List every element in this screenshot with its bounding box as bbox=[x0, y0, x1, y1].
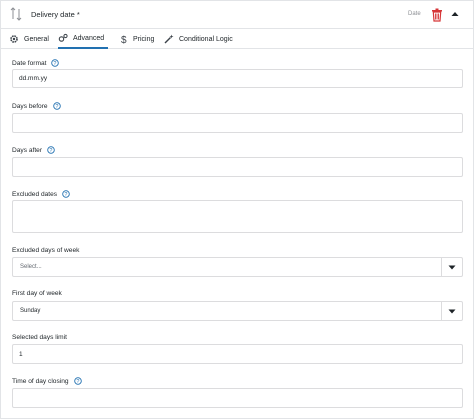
time-of-day-closing-input[interactable] bbox=[12, 388, 463, 408]
svg-text:$: $ bbox=[121, 35, 127, 44]
excluded-days-of-week-select[interactable]: Select... bbox=[12, 257, 463, 277]
excluded-dates-textarea[interactable] bbox=[12, 200, 463, 233]
tab-bar: General Advanced $ Pricing Conditional L… bbox=[1, 29, 473, 49]
tab-general[interactable]: General bbox=[9, 29, 49, 49]
svg-text:?: ? bbox=[76, 379, 79, 385]
tab-pricing[interactable]: $ Pricing bbox=[118, 29, 154, 49]
help-icon[interactable]: ? bbox=[73, 377, 82, 385]
svg-text:?: ? bbox=[64, 192, 67, 198]
field-title: Delivery date * bbox=[31, 10, 80, 19]
days-before-label: Days before ? bbox=[12, 102, 61, 110]
svg-text:?: ? bbox=[54, 61, 57, 67]
help-icon[interactable]: ? bbox=[47, 146, 55, 154]
cogs-icon bbox=[58, 33, 68, 42]
caret-up-icon[interactable] bbox=[450, 9, 460, 19]
caret-down-icon[interactable] bbox=[448, 265, 456, 270]
dollar-icon: $ bbox=[121, 35, 127, 44]
trash-icon[interactable] bbox=[431, 8, 443, 22]
selected-days-limit-value: 1 bbox=[19, 350, 23, 358]
excluded-dates-label-text: Excluded dates bbox=[12, 190, 58, 198]
excluded-days-of-week-placeholder: Select... bbox=[20, 264, 42, 270]
date-format-label-text: Date format bbox=[12, 59, 47, 67]
magic-wand-icon bbox=[164, 34, 174, 44]
date-format-label: Date format ? bbox=[12, 59, 60, 67]
field-settings-panel: Delivery date * Date General Advanced $ … bbox=[0, 0, 474, 419]
field-type-label: Date bbox=[408, 11, 421, 17]
caret-down-icon[interactable] bbox=[448, 309, 456, 314]
help-icon[interactable]: ? bbox=[51, 59, 60, 67]
days-after-label: Days after ? bbox=[12, 146, 55, 154]
tab-pricing-label: Pricing bbox=[133, 35, 155, 43]
first-day-of-week-value: Sunday bbox=[20, 308, 41, 314]
date-format-input[interactable]: dd.mm.yy bbox=[12, 69, 463, 88]
selected-days-limit-label: Selected days limit bbox=[12, 334, 67, 341]
days-before-input[interactable] bbox=[12, 113, 463, 133]
sort-arrows-icon[interactable] bbox=[10, 7, 22, 21]
selected-days-limit-input[interactable]: 1 bbox=[12, 344, 463, 364]
tab-advanced[interactable]: Advanced bbox=[58, 29, 109, 49]
tab-advanced-label: Advanced bbox=[73, 34, 105, 42]
time-of-day-closing-label-text: Time of day closing bbox=[12, 377, 69, 385]
svg-text:?: ? bbox=[49, 148, 52, 154]
selected-days-limit-label-text: Selected days limit bbox=[12, 334, 67, 341]
gear-icon bbox=[10, 35, 18, 43]
help-icon[interactable]: ? bbox=[52, 102, 61, 110]
tab-general-label: General bbox=[24, 35, 49, 43]
days-after-input[interactable] bbox=[12, 157, 463, 177]
excluded-dates-label: Excluded dates ? bbox=[12, 190, 70, 198]
days-after-label-text: Days after bbox=[12, 146, 43, 154]
first-day-of-week-select[interactable]: Sunday bbox=[12, 301, 463, 321]
select-divider bbox=[441, 302, 442, 320]
first-day-of-week-label-text: First day of week bbox=[12, 290, 62, 297]
date-format-value: dd.mm.yy bbox=[19, 75, 48, 82]
days-before-label-text: Days before bbox=[12, 102, 48, 110]
tab-conditional-logic-label: Conditional Logic bbox=[179, 35, 233, 43]
first-day-of-week-label: First day of week bbox=[12, 290, 62, 297]
help-icon[interactable]: ? bbox=[62, 190, 70, 198]
tab-conditional-logic[interactable]: Conditional Logic bbox=[164, 29, 233, 49]
select-divider bbox=[441, 258, 442, 276]
svg-text:?: ? bbox=[55, 104, 58, 110]
excluded-days-of-week-label: Excluded days of week bbox=[12, 247, 79, 254]
field-header[interactable]: Delivery date * Date bbox=[1, 1, 473, 29]
time-of-day-closing-label: Time of day closing ? bbox=[12, 377, 82, 385]
excluded-days-of-week-label-text: Excluded days of week bbox=[12, 247, 80, 254]
